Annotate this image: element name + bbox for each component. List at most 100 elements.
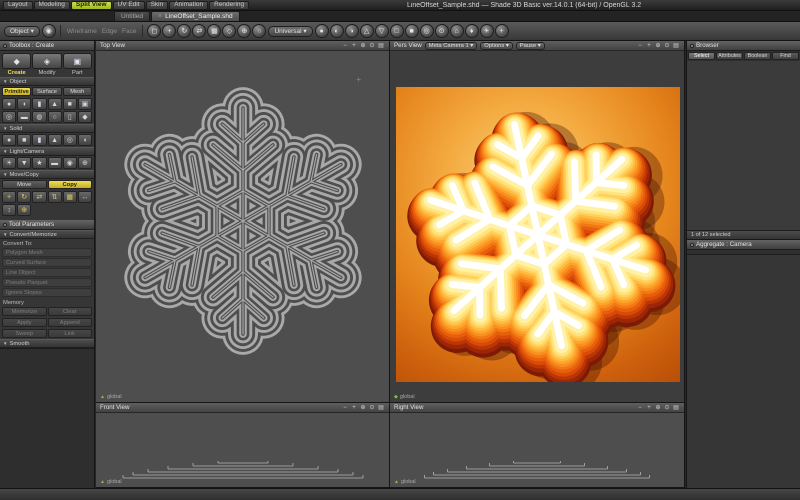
button-surface[interactable]: Surface [32,87,61,96]
viewport-control-icon[interactable]: ⊙ [663,42,671,49]
display-mode-face[interactable]: Face [120,28,138,35]
grid-snap-icon[interactable]: ▦ [207,24,221,38]
hemisphere-icon[interactable]: ◖ [17,98,31,110]
spiral-icon[interactable]: ⊕ [17,204,31,216]
viewport-control-icon[interactable]: ▤ [672,404,680,411]
viewport-pers[interactable]: Pers View Meta Camera 1 ▾ Options ▾ Paus… [390,41,684,402]
diamond-solid-icon[interactable]: ♦ [465,24,479,38]
button-memorize[interactable]: Memorize [2,307,47,316]
ring-icon[interactable]: ○ [48,111,62,123]
convert-option-curved-surface[interactable]: Curved Surface [2,258,92,267]
button-clear[interactable]: Clear [48,307,93,316]
convert-option-polygon-mesh[interactable]: Polygon Mesh [2,248,92,257]
home-tool-icon[interactable]: ⌂ [450,24,464,38]
convert-option-pseudo-parquet[interactable]: Pseudo Parquet [2,278,92,287]
viewport-right[interactable]: Right View −+⊕⊙▤ ▲ global [390,403,684,487]
viewport-control-icon[interactable]: − [341,405,349,411]
doc-tab-untitled[interactable]: Untitled [114,11,150,21]
menu-tab-uv-edit[interactable]: UV Edit [113,1,145,10]
button-copy[interactable]: Copy [48,180,93,189]
section-light-camera[interactable]: ▼ Light/Camera [0,147,94,156]
viewport-control-icon[interactable]: + [645,405,653,411]
viewport-control-icon[interactable]: − [636,405,644,411]
cone-icon[interactable]: ▲ [48,98,62,110]
button-move[interactable]: Move [2,180,47,189]
universal-dropdown[interactable]: Universal ▾ [268,26,312,37]
diamond-tool-icon[interactable]: ◇ [222,24,236,38]
capsule-icon[interactable]: ▯ [63,111,77,123]
section-object[interactable]: ▼ Object [0,77,94,86]
viewport-control-icon[interactable]: ⊕ [654,42,662,49]
pers-view-canvas[interactable]: ◆ global [390,51,684,402]
button-primitive[interactable]: Primitive [2,87,31,96]
camera-icon[interactable]: ◉ [42,24,56,38]
viewport-control-icon[interactable]: ⊙ [368,42,376,49]
spot-light-icon[interactable]: ▼ [17,157,31,169]
viewport-control-icon[interactable]: ⊕ [359,404,367,411]
area-light-icon[interactable]: ▬ [48,157,62,169]
toolbox-tab-part[interactable]: ▣Part [63,53,92,76]
sun-tool-icon[interactable]: ☀ [480,24,494,38]
button-mesh[interactable]: Mesh [63,87,92,96]
section-solid[interactable]: ▼ Solid [0,124,94,133]
sphere-icon[interactable]: ● [2,98,16,110]
toolbox-tab-modify[interactable]: ◈Modify [32,53,61,76]
options-dropdown[interactable]: Options ▾ [480,42,513,50]
ring-tool-icon[interactable]: ◎ [420,24,434,38]
tool-parameters-header[interactable]: Tool Parameters [0,220,94,230]
doc-tab-lineoffset-sample-shd[interactable]: ×LineOffset_Sample.shd [151,11,240,21]
target-tool-icon[interactable]: ⊕ [237,24,251,38]
viewport-top[interactable]: Top View −+⊕⊙▤ + [96,41,389,402]
toolbox-header[interactable]: Toolbox : Create [0,41,94,51]
display-mode-wireframe[interactable]: Wireframe [65,28,99,35]
mirror-icon[interactable]: ⇄ [32,191,46,203]
solid-cube-icon[interactable]: ■ [17,134,31,146]
distant-light-icon[interactable]: ★ [32,157,46,169]
cylinder-icon[interactable]: ▮ [32,98,46,110]
viewport-front[interactable]: Front View −+⊕⊙▤ ▲ global [96,403,389,487]
viewport-control-icon[interactable]: ▤ [377,404,385,411]
dot-ring-icon[interactable]: ⊙ [435,24,449,38]
viewport-control-icon[interactable]: − [341,43,349,49]
plus-tool-icon[interactable]: + [495,24,509,38]
viewport-control-icon[interactable]: + [350,43,358,49]
viewport-control-icon[interactable]: ▤ [377,42,385,49]
plane-icon[interactable]: ▬ [17,111,31,123]
solid-cone-icon[interactable]: ▲ [48,134,62,146]
viewport-control-icon[interactable]: + [350,405,358,411]
select-tool-icon[interactable]: ◻ [147,24,161,38]
browser-tab-find[interactable]: Find [772,52,799,60]
stretch-v-icon[interactable]: ↕ [2,204,16,216]
convert-option-ignore-slopes[interactable]: Ignore Slopes [2,288,92,297]
menu-tab-skin[interactable]: Skin [146,1,169,10]
array-icon[interactable]: ▦ [63,191,77,203]
half-shade-icon[interactable]: ◐ [330,24,344,38]
scale-icon[interactable]: ⇅ [48,191,62,203]
torus-icon[interactable]: ◎ [2,111,16,123]
move-tool-icon[interactable]: + [162,24,176,38]
button-append[interactable]: Append [48,318,93,327]
menu-tab-modeling[interactable]: Modeling [34,1,70,10]
triangle-down-icon[interactable]: ▽ [375,24,389,38]
cube-icon[interactable]: ■ [63,98,77,110]
viewport-control-icon[interactable]: − [636,43,644,49]
button-apply[interactable]: Apply [2,318,47,327]
aggregate-header[interactable]: Aggregate : Camera [687,240,800,250]
button-link[interactable]: Link [48,329,93,338]
front-view-canvas[interactable]: ▲ global [96,413,389,487]
viewport-control-icon[interactable]: ⊕ [654,404,662,411]
browser-tab-attributes[interactable]: Attributes [716,52,743,60]
right-view-canvas[interactable]: ▲ global [390,413,684,487]
browser-header[interactable]: Browser [687,41,800,51]
viewport-control-icon[interactable]: ⊙ [663,404,671,411]
solid-sphere-icon[interactable]: ● [2,134,16,146]
menu-tab-rendering[interactable]: Rendering [209,1,249,10]
disk-icon[interactable]: ◍ [32,111,46,123]
menu-tab-split-view[interactable]: Split View [71,1,112,10]
browser-tab-boolean[interactable]: Boolean [744,52,771,60]
toolbox-tab-create[interactable]: ◆Create [2,53,31,76]
viewport-control-icon[interactable]: ▤ [672,42,680,49]
viewport-control-icon[interactable]: ⊕ [359,42,367,49]
point-light-icon[interactable]: ☀ [2,157,16,169]
mirror-tool-icon[interactable]: ⇄ [192,24,206,38]
